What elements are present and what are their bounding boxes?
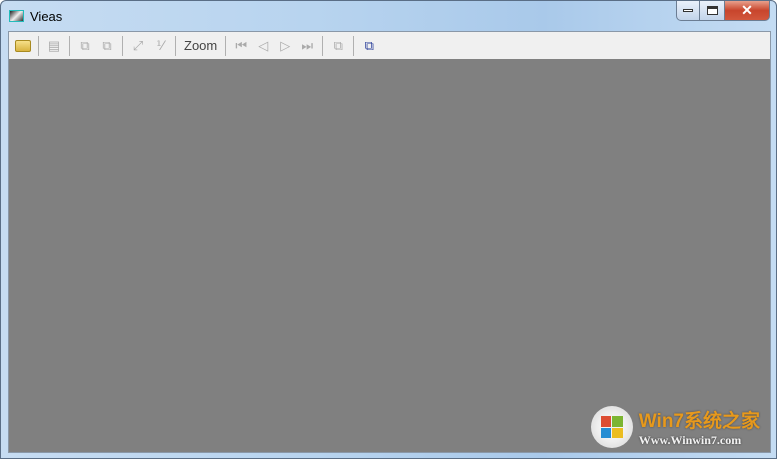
separator [225,35,227,56]
title-bar: Vieas [9,6,62,26]
separator [353,35,355,56]
fit-screen-icon: ⤢ [132,37,144,53]
last-icon: ⏭ [301,37,314,53]
maximize-icon [706,6,718,15]
close-button[interactable]: ✕ [724,1,770,21]
cascade-button[interactable]: ⧉ [327,35,349,57]
document-button[interactable]: ▤ [43,35,65,57]
next-button[interactable]: ▷ [274,35,296,57]
actual-size-button[interactable]: ⅟ [149,35,171,57]
folder-open-icon [15,39,31,52]
window-title: Vieas [30,8,63,24]
separator [322,35,324,56]
maximize-button[interactable] [699,1,725,21]
open-button[interactable] [12,35,34,57]
last-button[interactable]: ⏭ [296,35,318,57]
zoom-button[interactable]: Zoom [180,38,221,53]
rotate-left-icon: ⧉ [80,37,90,53]
toolbar: ▤ ⧉ ⧉ ⤢ ⅟ Zoom ⏮ ◁ ▷ ⏭ ⧉ ⧉ [8,31,771,59]
cascade-icon: ⧉ [333,37,343,53]
separator [38,35,39,56]
minimize-icon [683,9,693,12]
previous-icon: ◁ [258,37,269,53]
fit-button[interactable]: ⤢ [127,35,149,57]
windows-icon: ⧉ [364,37,374,53]
previous-button[interactable]: ◁ [252,35,274,57]
next-icon: ▷ [280,37,291,53]
window-button[interactable]: ⧉ [358,35,380,57]
app-icon [9,10,24,22]
separator [122,35,123,56]
first-button[interactable]: ⏮ [230,35,252,57]
rotate-right-button[interactable]: ⧉ [96,35,118,57]
watermark: Win7系统之家 Www.Winwin7.com [590,406,760,448]
viewer-area[interactable]: Win7系统之家 Www.Winwin7.com [8,59,771,453]
separator [69,35,70,56]
watermark-url: Www.Winwin7.com [638,433,742,447]
rotate-right-icon: ⧉ [102,37,112,53]
minimize-button[interactable] [676,1,700,21]
first-icon: ⏮ [235,37,248,53]
rotate-left-button[interactable]: ⧉ [74,35,96,57]
watermark-title: Win7系统之家 [638,411,760,432]
app-window: Vieas ✕ ▤ ⧉ ⧉ ⤢ ⅟ Zoom ⏮ ◁ ▷ ⏭ ⧉ ⧉ Win7系… [0,0,777,459]
windows-logo-icon [590,406,633,448]
separator [175,35,176,56]
actual-size-icon: ⅟ [156,37,164,53]
document-icon: ▤ [47,37,61,53]
close-icon: ✕ [741,2,753,18]
